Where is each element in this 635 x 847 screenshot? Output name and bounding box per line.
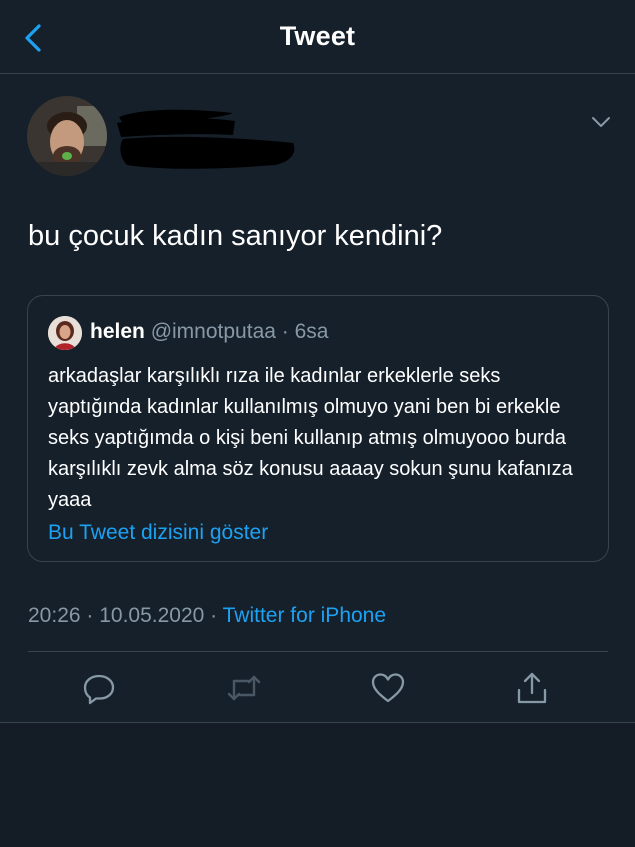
empty-footer-area xyxy=(0,723,635,847)
quoted-tweet-text: arkadaşlar karşılıklı rıza ile kadınlar … xyxy=(48,365,573,511)
tweet-detail-screen: Tweet bu çocuk kadın sanıyor kendini? he… xyxy=(0,0,635,847)
quoted-tweet-header: helen @imnotputaa · 6sa xyxy=(90,318,328,346)
nav-header: Tweet xyxy=(0,0,635,74)
meta-separator: · xyxy=(204,604,223,627)
author-name-redacted xyxy=(115,105,300,175)
show-thread-link[interactable]: Bu Tweet dizisini göster xyxy=(48,521,268,545)
retweet-button[interactable] xyxy=(224,668,264,708)
quoted-author-avatar xyxy=(48,316,82,350)
share-icon xyxy=(517,672,547,704)
quoted-tweet-card[interactable]: helen @imnotputaa · 6sa arkadaşlar karşı… xyxy=(27,295,609,562)
quoted-author-name: helen xyxy=(90,320,145,343)
tweet-timestamp: 20:26 · 10.05.2020 xyxy=(28,604,205,627)
page-title: Tweet xyxy=(279,21,356,51)
reply-icon xyxy=(83,674,115,705)
reply-button[interactable] xyxy=(79,668,119,708)
tweet-text: bu çocuk kadın sanıyor kendini? xyxy=(28,220,443,252)
share-button[interactable] xyxy=(512,668,552,708)
divider xyxy=(28,651,608,652)
tweet-source-link[interactable]: Twitter for iPhone xyxy=(223,604,386,627)
avatar-photo xyxy=(27,96,107,176)
heart-icon xyxy=(371,673,405,703)
more-options-button[interactable] xyxy=(586,108,616,136)
like-button[interactable] xyxy=(368,668,408,708)
retweet-icon xyxy=(227,675,261,701)
chevron-down-icon xyxy=(592,117,610,127)
quoted-author-handle: @imnotputaa xyxy=(150,320,276,343)
quoted-tweet-time: · 6sa xyxy=(281,320,329,343)
author-avatar[interactable] xyxy=(27,96,107,176)
tweet-meta: 20:26 · 10.05.2020 · Twitter for iPhone xyxy=(28,601,386,631)
